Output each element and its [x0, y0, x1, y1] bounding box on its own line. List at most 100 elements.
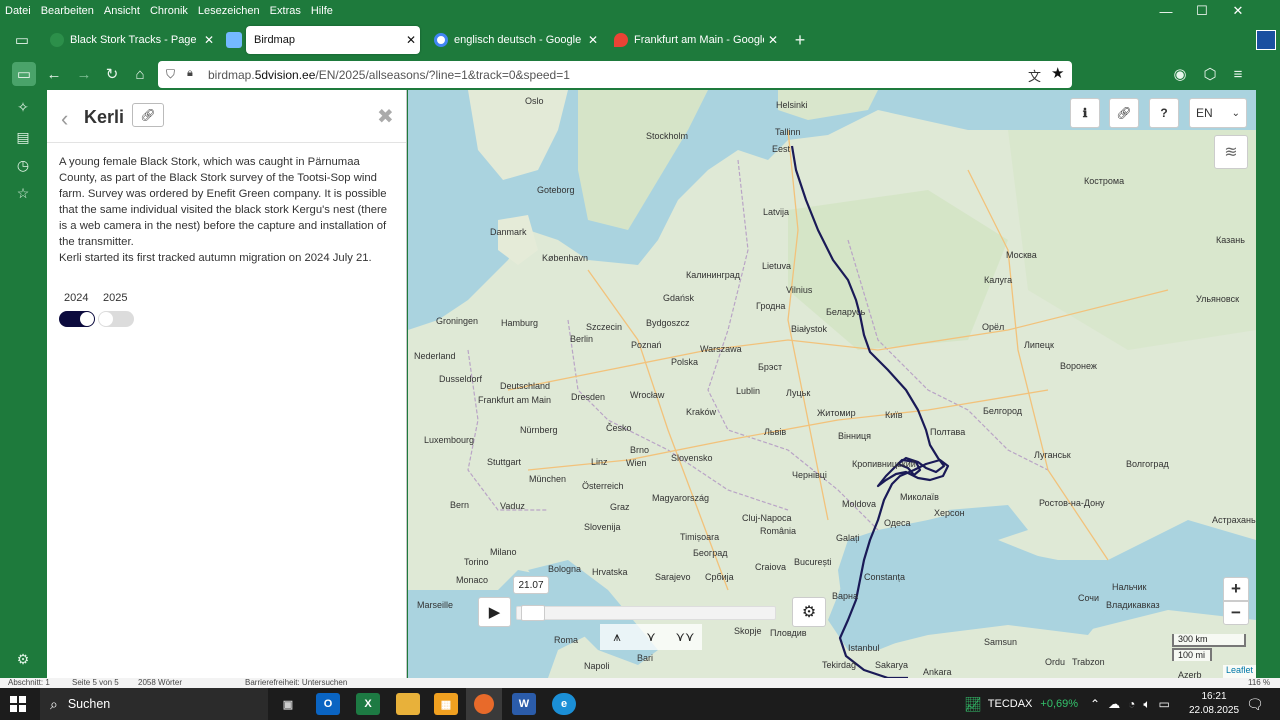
chevron-left-icon[interactable]: ‹ [61, 106, 68, 132]
settings-button[interactable]: ⚙ [792, 597, 826, 627]
play-button[interactable]: ▶ [478, 597, 511, 627]
clock[interactable]: 16:21 22.08.2025 [1186, 690, 1242, 718]
place-label: Monaco [456, 575, 489, 585]
map-view[interactable]: Oslo Helsinki Stockholm Tallinn Eest Latvija G… [408, 90, 1256, 678]
year-toggle-2025[interactable] [98, 311, 134, 327]
account-icon[interactable]: ◉ [1168, 62, 1192, 86]
keyboard-icon[interactable]: ▭ [1159, 697, 1170, 711]
menu-lesezeichen[interactable]: Lesezeichen [193, 5, 265, 17]
reload-icon[interactable]: ↻ [100, 62, 124, 86]
back-icon[interactable]: ← [42, 62, 66, 86]
menu-extras[interactable]: Extras [265, 5, 306, 17]
maximize-button[interactable]: ☐ [1184, 0, 1220, 22]
stock-widget[interactable]: 📈︎ TECDAX +0,69% [964, 688, 1078, 720]
bird-walk-icon: ⩚ [613, 629, 621, 644]
place-label: Tekirdağ [822, 660, 857, 670]
place-label: Frankfurt am Main [478, 395, 552, 405]
tab-google-search[interactable]: englisch deutsch - Google Such ✕ [426, 26, 602, 54]
place-label: Миколаїв [900, 492, 939, 502]
home-icon[interactable]: ⌂ [128, 62, 152, 86]
store-icon[interactable]: ▦ [434, 693, 458, 715]
speed-normal-button[interactable]: ⋎ [634, 624, 668, 650]
place-label: Vaduz [500, 501, 525, 511]
settings-icon[interactable]: ⚙ [12, 648, 34, 670]
taskbar-search[interactable]: ⌕ Suchen [40, 688, 268, 720]
menu-hilfe[interactable]: Hilfe [306, 5, 338, 17]
chevron-up-icon[interactable]: ⌃ [1090, 697, 1100, 711]
close-tab-icon[interactable]: ✕ [584, 33, 602, 47]
place-label: Lublin [736, 386, 761, 396]
place-label: Луцьк [786, 388, 811, 398]
zoom-in-button[interactable]: + [1223, 577, 1249, 601]
bird-description: A young female Black Stork, which was ca… [59, 154, 395, 266]
place-label: Брэст [758, 362, 783, 372]
speed-slow-button[interactable]: ⩚ [600, 624, 634, 650]
layers-button[interactable]: ≋ [1214, 135, 1248, 169]
history-icon[interactable]: ◷ [12, 154, 34, 176]
translate-icon[interactable]: 文 [1028, 66, 1041, 85]
windows-start-icon[interactable] [10, 696, 26, 712]
new-tab-button[interactable]: + [788, 28, 812, 52]
onedrive-icon[interactable]: ☁ [1108, 697, 1120, 711]
task-view-icon[interactable]: ▣ [276, 693, 300, 715]
close-panel-icon[interactable]: ✖ [377, 104, 394, 129]
navigation-bar: ▭ ← → ↻ ⌂ ⛉ 🔒︎ birdmap.5dvision.ee/EN/20… [0, 58, 1256, 90]
maps-pin-icon [614, 33, 628, 47]
tab-black-stork[interactable]: Black Stork Tracks - Page 648 - I ✕ [42, 26, 218, 54]
place-label: Bern [450, 500, 470, 510]
menu-chronik[interactable]: Chronik [145, 5, 193, 17]
place-label: Slovensko [671, 453, 713, 463]
share-link-button[interactable]: 🔗︎ [1109, 98, 1139, 128]
minimize-button[interactable]: — [1148, 0, 1184, 22]
menu-bearbeiten[interactable]: Bearbeiten [36, 5, 99, 17]
word-icon[interactable]: W [512, 693, 536, 715]
speaker-icon[interactable]: 🔈︎ [1143, 697, 1150, 712]
notifications-icon[interactable]: 🗨︎ [1246, 688, 1264, 720]
shield-icon[interactable]: ⛉ [166, 67, 175, 82]
year-toggle-2024[interactable] [59, 311, 95, 327]
speed-fast-button[interactable]: ⋎⋎ [668, 624, 702, 650]
leaflet-attribution[interactable]: Leaflet [1223, 665, 1256, 678]
tab-google-maps[interactable]: Frankfurt am Main - Google Ma ✕ [606, 26, 782, 54]
firefox-icon[interactable] [466, 688, 502, 720]
extensions-icon[interactable]: ⬡ [1198, 62, 1222, 86]
place-label: Österreich [582, 481, 624, 491]
tab-bar: ▭ Black Stork Tracks - Page 648 - I ✕ Bi… [0, 22, 1256, 58]
timeline-slider[interactable] [516, 605, 776, 621]
help-button[interactable]: ? [1149, 98, 1179, 128]
edge-icon[interactable]: e [552, 693, 576, 715]
favicon-tab-icon[interactable] [222, 28, 246, 52]
close-window-button[interactable]: ✕ [1220, 0, 1256, 22]
file-explorer-icon[interactable] [396, 693, 420, 715]
windows-taskbar: ⌕ Suchen ▣ O X ▦ W e 📈︎ TECDAX +0,69% ⌃ … [0, 688, 1280, 720]
close-tab-icon[interactable]: ✕ [764, 33, 782, 47]
synced-tabs-icon[interactable]: ▤ [12, 126, 34, 148]
close-tab-icon[interactable]: ✕ [402, 33, 420, 47]
menu-ansicht[interactable]: Ansicht [99, 5, 145, 17]
tab-list-icon[interactable]: ▭ [10, 28, 34, 52]
link-button[interactable]: 🔗︎ [132, 103, 164, 127]
zoom-out-button[interactable]: − [1223, 601, 1249, 625]
close-tab-icon[interactable]: ✕ [200, 33, 218, 47]
sidebar-toggle-icon[interactable]: ▭ [12, 62, 36, 86]
language-select[interactable]: EN ⌄ [1189, 98, 1247, 128]
info-button[interactable]: ℹ [1070, 98, 1100, 128]
place-label: Аzerb [1178, 670, 1202, 678]
bookmarks-icon[interactable]: ☆ [12, 182, 34, 204]
bookmark-star-icon[interactable]: ★ [1051, 64, 1064, 82]
wifi-icon[interactable]: ◔ [1128, 697, 1135, 711]
place-label: Szczecin [586, 322, 623, 332]
date-label: 21.07 [513, 576, 549, 594]
status-section: Abschnitt: 1 [8, 678, 50, 687]
excel-icon[interactable]: X [356, 693, 380, 715]
address-bar[interactable]: ⛉ 🔒︎ birdmap.5dvision.ee/EN/2025/allseas… [158, 61, 1072, 88]
menu-hamburger-icon[interactable]: ≡ [1226, 62, 1250, 86]
menu-datei[interactable]: Datei [0, 5, 36, 17]
place-label: Skopje [734, 626, 762, 636]
forward-icon[interactable]: → [72, 62, 96, 86]
outlook-icon[interactable]: O [316, 693, 340, 715]
lock-icon[interactable]: 🔒︎ [187, 67, 193, 80]
tab-birdmap[interactable]: Birdmap ✕ [246, 26, 420, 54]
ai-chatbot-icon[interactable]: ✧ [12, 96, 34, 118]
timeline-handle[interactable] [521, 605, 545, 621]
